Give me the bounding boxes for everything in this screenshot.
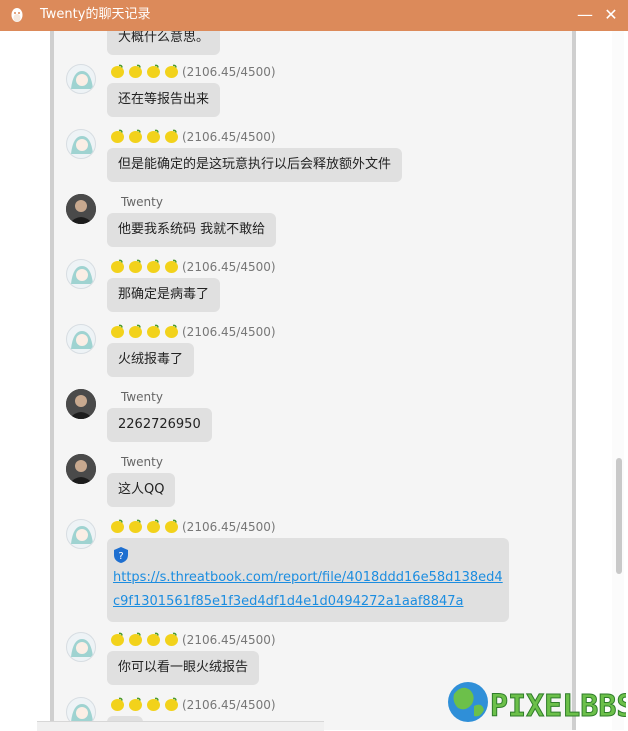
sender-badge: (2106.45/4500) — [110, 64, 276, 80]
lemon-icon — [146, 129, 161, 144]
sender-name: Twenty — [121, 195, 163, 209]
title-bar: Twenty的聊天记录 — ✕ — [0, 0, 628, 31]
lemon-icon — [110, 632, 125, 647]
lemon-icon — [128, 697, 143, 712]
avatar[interactable] — [66, 389, 96, 419]
level-score: (2106.45/4500) — [182, 130, 276, 144]
lemon-icon — [164, 259, 179, 274]
lemon-icon — [110, 64, 125, 79]
avatar[interactable] — [66, 64, 96, 94]
message-bubble[interactable]: 他要我系统码 我就不敢给 — [107, 213, 277, 247]
lemon-icon — [164, 64, 179, 79]
level-score: (2106.45/4500) — [182, 65, 276, 79]
sender-badge: (2106.45/4500) — [110, 324, 276, 340]
avatar[interactable] — [66, 194, 96, 224]
sender-name: Twenty — [121, 455, 163, 469]
lemon-icon — [146, 64, 161, 79]
lemon-icon — [164, 632, 179, 647]
lemon-icon — [128, 64, 143, 79]
shield-question-icon: ? — [114, 547, 128, 563]
message-bubble[interactable]: 还在等报告出来 — [107, 83, 221, 117]
pixelbbs-watermark-logo: PIXELBBS — [448, 682, 626, 725]
sender-badge: (2106.45/4500) — [110, 129, 276, 145]
lemon-icon — [110, 324, 125, 339]
sender-badge: (2106.45/4500) — [110, 519, 276, 535]
message-bubble[interactable]: 这人QQ — [107, 473, 176, 507]
sender-badge: (2106.45/4500) — [110, 697, 276, 713]
message-bubble[interactable]: 那确定是病毒了 — [107, 278, 221, 312]
minimize-icon[interactable]: — — [574, 4, 596, 26]
level-score: (2106.45/4500) — [182, 260, 276, 274]
lemon-icon — [164, 324, 179, 339]
svg-text:?: ? — [118, 551, 123, 562]
qq-penguin-icon — [11, 8, 23, 22]
avatar[interactable] — [66, 454, 96, 484]
lemon-icon — [110, 697, 125, 712]
sender-name: Twenty — [121, 390, 163, 404]
message-bubble[interactable]: 大概什么意思。 — [107, 31, 221, 55]
lemon-icon — [164, 697, 179, 712]
lemon-icon — [146, 632, 161, 647]
scrollbar-thumb[interactable] — [616, 458, 622, 574]
avatar[interactable] — [66, 632, 96, 662]
avatar[interactable] — [66, 259, 96, 289]
close-icon[interactable]: ✕ — [600, 4, 622, 26]
avatar[interactable] — [66, 129, 96, 159]
lemon-icon — [128, 324, 143, 339]
lemon-icon — [128, 129, 143, 144]
lemon-icon — [164, 129, 179, 144]
level-score: (2106.45/4500) — [182, 698, 276, 712]
chat-history[interactable]: 大概什么意思。 (2106.45/4500) 还在等报告出来 (2106.45/… — [50, 31, 576, 730]
lemon-icon — [146, 324, 161, 339]
lemon-icon — [110, 519, 125, 534]
lemon-icon — [146, 519, 161, 534]
level-score: (2106.45/4500) — [182, 633, 276, 647]
lemon-icon — [128, 259, 143, 274]
sender-badge: (2106.45/4500) — [110, 632, 276, 648]
lemon-icon — [128, 519, 143, 534]
level-score: (2106.45/4500) — [182, 520, 276, 534]
avatar[interactable] — [66, 519, 96, 549]
lemon-icon — [110, 129, 125, 144]
level-score: (2106.45/4500) — [182, 325, 276, 339]
lemon-icon — [128, 632, 143, 647]
avatar[interactable] — [66, 324, 96, 354]
message-bubble[interactable]: 火绒报毒了 — [107, 343, 195, 377]
message-bubble[interactable]: 你可以看一眼火绒报告 — [107, 651, 260, 685]
sender-badge: (2106.45/4500) — [110, 259, 276, 275]
message-bubble[interactable]: 2262726950 — [107, 408, 212, 442]
window-title: Twenty的聊天记录 — [40, 7, 151, 22]
report-link[interactable]: https://s.threatbook.com/report/file/401… — [113, 570, 503, 609]
lemon-icon — [164, 519, 179, 534]
message-bubble[interactable]: 但是能确定的是这玩意执行以后会释放额外文件 — [107, 148, 403, 182]
svg-text:PIXELBBS: PIXELBBS — [490, 689, 626, 724]
lemon-icon — [146, 697, 161, 712]
scrollbar-track[interactable] — [612, 31, 624, 730]
lemon-icon — [110, 259, 125, 274]
lemon-icon — [146, 259, 161, 274]
link-message-bubble[interactable]: ? https://s.threatbook.com/report/file/4… — [107, 538, 509, 622]
